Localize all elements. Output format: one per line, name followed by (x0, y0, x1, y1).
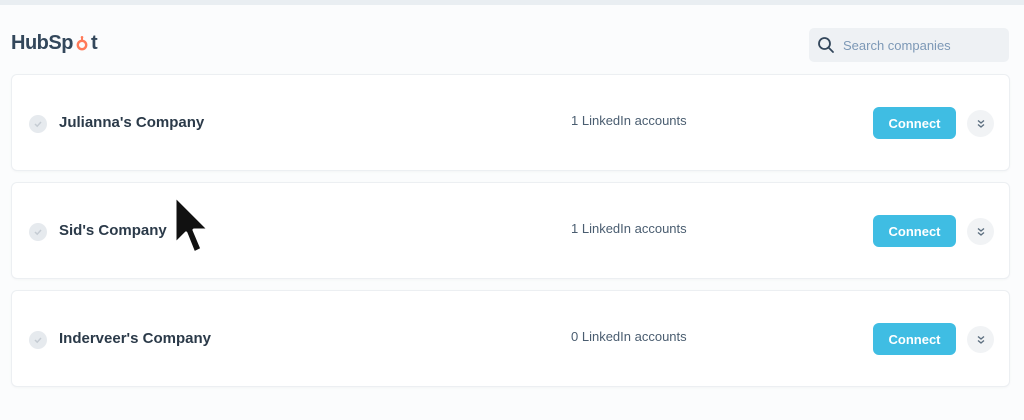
company-name: Julianna's Company (59, 114, 205, 131)
page: HubSp t Julianna's Company 1 LinkedIn ac… (0, 5, 1024, 420)
check-circle-icon (29, 331, 47, 349)
search-icon (818, 37, 834, 53)
search-box[interactable] (809, 28, 1009, 62)
logo-text-right: t (90, 32, 98, 54)
check-circle-icon (29, 115, 47, 133)
connect-button[interactable]: Connect (873, 215, 956, 247)
linkedin-account-count: 1 LinkedIn accounts (571, 221, 687, 236)
company-row: Sid's Company 1 LinkedIn accounts Connec… (11, 182, 1010, 279)
sprocket-icon (76, 35, 88, 50)
connect-button[interactable]: Connect (873, 323, 956, 355)
company-name: Inderveer's Company (59, 330, 211, 347)
double-chevron-down-icon (977, 227, 984, 236)
linkedin-account-count: 0 LinkedIn accounts (571, 329, 687, 344)
search-input[interactable] (843, 37, 1003, 53)
expand-button[interactable] (967, 110, 994, 137)
linkedin-account-count: 1 LinkedIn accounts (571, 113, 687, 128)
connect-button[interactable]: Connect (873, 107, 956, 139)
company-name: Sid's Company (59, 222, 167, 239)
company-row: Inderveer's Company 0 LinkedIn accounts … (11, 290, 1010, 387)
logo-text-left: HubSp (11, 32, 73, 54)
expand-button[interactable] (967, 218, 994, 245)
company-row: Julianna's Company 1 LinkedIn accounts C… (11, 74, 1010, 171)
double-chevron-down-icon (977, 119, 984, 128)
hubspot-logo: HubSp t (11, 32, 98, 55)
double-chevron-down-icon (977, 335, 984, 344)
check-circle-icon (29, 223, 47, 241)
expand-button[interactable] (967, 326, 994, 353)
